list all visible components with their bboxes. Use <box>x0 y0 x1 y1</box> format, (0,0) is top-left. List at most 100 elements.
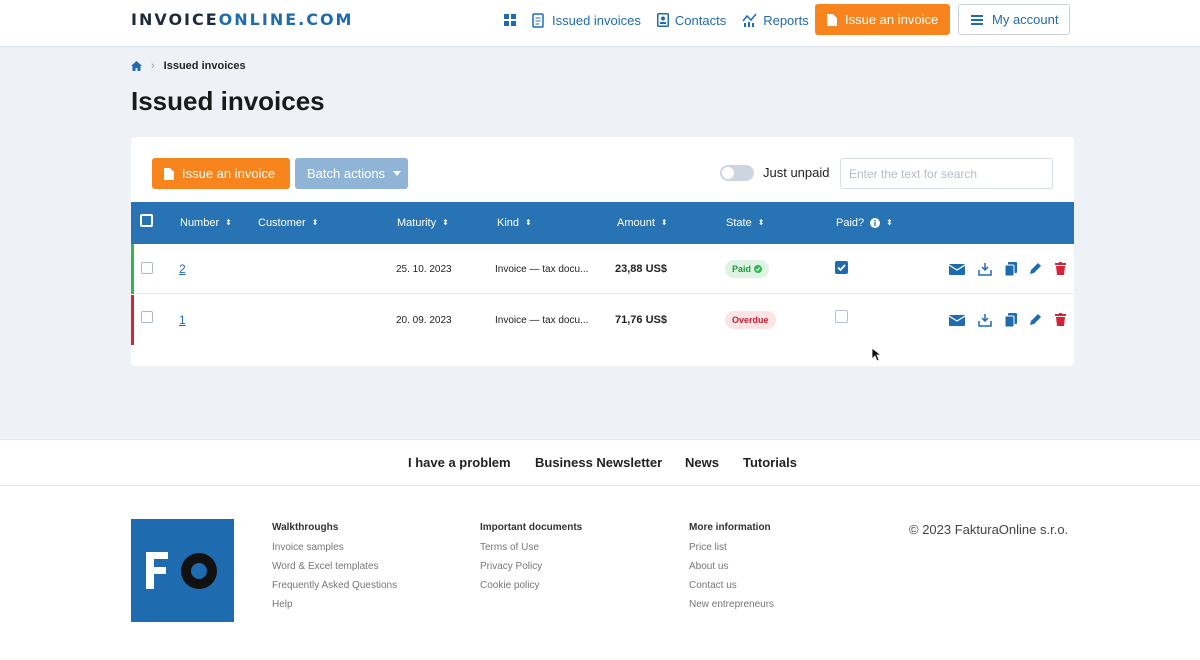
footer-column-walkthroughs: Walkthroughs Invoice samples Word & Exce… <box>272 522 397 618</box>
footer-link[interactable]: Privacy Policy <box>480 561 582 572</box>
button-label: My account <box>992 12 1059 27</box>
footer-link[interactable]: Contact us <box>689 580 774 591</box>
sort-icon: ⬍ <box>311 218 319 227</box>
new-document-icon <box>827 13 837 26</box>
nav-link-tutorials[interactable]: Tutorials <box>743 455 797 470</box>
row-checkbox[interactable] <box>141 262 153 274</box>
footer-link[interactable]: New entrepreneurs <box>689 599 774 610</box>
secondary-nav: I have a problem Business Newsletter New… <box>0 439 1200 486</box>
column-label: Customer <box>258 217 306 229</box>
col-kind[interactable]: Kind ⬍ <box>497 217 532 229</box>
hamburger-menu-icon <box>971 14 983 25</box>
footer-column-more-info: More information Price list About us Con… <box>689 522 774 618</box>
dashboard-grid-icon <box>504 14 516 26</box>
col-customer[interactable]: Customer ⬍ <box>258 217 318 229</box>
my-account-button[interactable]: My account <box>958 4 1070 35</box>
nav-dashboard[interactable] <box>504 14 516 26</box>
invoice-number-link[interactable]: 2 <box>179 262 186 276</box>
maturity-cell: 25. 10. 2023 <box>396 264 452 275</box>
home-icon[interactable] <box>131 61 142 71</box>
maturity-cell: 20. 09. 2023 <box>396 315 452 326</box>
col-amount[interactable]: Amount ⬍ <box>617 217 668 229</box>
just-unpaid-label: Just unpaid <box>763 165 830 180</box>
column-label: Number <box>180 217 220 229</box>
footer-link[interactable]: Frequently Asked Questions <box>272 580 397 591</box>
footer-column-title: More information <box>689 522 771 533</box>
footer-link[interactable]: Cookie policy <box>480 580 582 591</box>
footer-link[interactable]: Terms of Use <box>480 542 582 553</box>
info-icon <box>870 218 881 228</box>
just-unpaid-toggle[interactable] <box>720 165 754 181</box>
footer: Walkthroughs Invoice samples Word & Exce… <box>0 486 1200 660</box>
fo-logo-mark <box>146 552 217 589</box>
edit-pencil-icon[interactable] <box>1029 262 1042 278</box>
issue-invoice-button[interactable]: Issue an invoice <box>152 158 290 189</box>
table-row[interactable]: 1 20. 09. 2023 Invoice — tax docu... 71,… <box>131 295 1074 345</box>
col-state[interactable]: State ⬍ <box>726 217 764 229</box>
row-status-accent <box>131 244 134 294</box>
sort-icon: ⬍ <box>660 218 668 227</box>
select-all-checkbox[interactable] <box>140 214 153 227</box>
footer-link[interactable]: Word & Excel templates <box>272 561 397 572</box>
sort-icon: ⬍ <box>442 218 449 227</box>
logo-part-2: ONLINE.COM <box>218 10 354 29</box>
status-label: Paid <box>732 264 752 274</box>
column-label: Amount <box>617 217 655 229</box>
copy-icon[interactable] <box>1004 313 1017 330</box>
search-input[interactable] <box>840 158 1053 189</box>
paid-checkbox-unchecked[interactable] <box>835 310 848 323</box>
copy-icon[interactable] <box>1004 262 1017 279</box>
col-maturity[interactable]: Maturity ⬍ <box>397 217 449 229</box>
document-list-icon <box>532 12 544 28</box>
chart-icon <box>742 13 757 27</box>
page-title: Issued invoices <box>131 86 325 116</box>
edit-pencil-icon[interactable] <box>1029 313 1042 329</box>
footer-column-title: Walkthroughs <box>272 522 339 533</box>
company-logo <box>131 519 234 622</box>
table-row[interactable]: 2 25. 10. 2023 Invoice — tax docu... 23,… <box>131 244 1074 294</box>
mouse-cursor-icon <box>871 347 881 362</box>
check-circle-icon <box>754 265 763 273</box>
nav-label: Issued invoices <box>552 12 641 28</box>
nav-link-news[interactable]: News <box>685 455 719 470</box>
nav-issued-invoices[interactable]: Issued invoices <box>532 13 641 28</box>
status-badge: Overdue <box>725 311 776 329</box>
row-checkbox[interactable] <box>141 311 153 323</box>
main-nav: Issued invoices Contacts Reports <box>504 0 825 40</box>
footer-column-title: Important documents <box>480 522 583 533</box>
button-label: Batch actions <box>307 166 386 181</box>
delete-trash-icon[interactable] <box>1055 262 1066 278</box>
col-number[interactable]: Number ⬍ <box>180 217 232 229</box>
send-email-icon[interactable] <box>948 315 966 329</box>
sort-icon: ⬍ <box>886 218 893 227</box>
download-icon[interactable] <box>978 313 992 330</box>
header-issue-invoice-button[interactable]: Issue an invoice <box>815 4 950 35</box>
caret-down-icon <box>393 171 402 176</box>
download-icon[interactable] <box>978 262 992 279</box>
copyright-text: © 2023 FakturaOnline s.r.o. <box>909 522 1069 537</box>
batch-actions-dropdown[interactable]: Batch actions <box>295 158 408 189</box>
invoice-number-link[interactable]: 1 <box>179 313 186 327</box>
nav-link-problem[interactable]: I have a problem <box>408 455 511 470</box>
top-header: INVOICEONLINE.COM Issued invoices Contac… <box>0 0 1200 47</box>
footer-link[interactable]: Invoice samples <box>272 542 397 553</box>
footer-link[interactable]: Help <box>272 599 397 610</box>
invoices-card: Issue an invoice Batch actions Just unpa… <box>131 137 1074 366</box>
button-label: Issue an invoice <box>845 12 939 27</box>
nav-label: Contacts <box>674 12 727 28</box>
paid-checkbox-checked[interactable] <box>835 261 848 274</box>
logo-part-1: INVOICE <box>131 10 219 29</box>
footer-link[interactable]: About us <box>689 561 774 572</box>
sort-icon: ⬍ <box>525 218 532 227</box>
checkmark-icon <box>837 264 846 272</box>
footer-link[interactable]: Price list <box>689 542 774 553</box>
col-paid[interactable]: Paid? ⬍ <box>836 217 893 229</box>
send-email-icon[interactable] <box>948 264 966 278</box>
contact-card-icon <box>656 13 669 27</box>
column-label: Paid? <box>836 217 865 229</box>
nav-link-newsletter[interactable]: Business Newsletter <box>535 455 662 470</box>
nav-contacts[interactable]: Contacts <box>656 12 727 28</box>
nav-reports[interactable]: Reports <box>742 13 809 28</box>
site-logo[interactable]: INVOICEONLINE.COM <box>131 10 353 29</box>
delete-trash-icon[interactable] <box>1055 313 1066 329</box>
